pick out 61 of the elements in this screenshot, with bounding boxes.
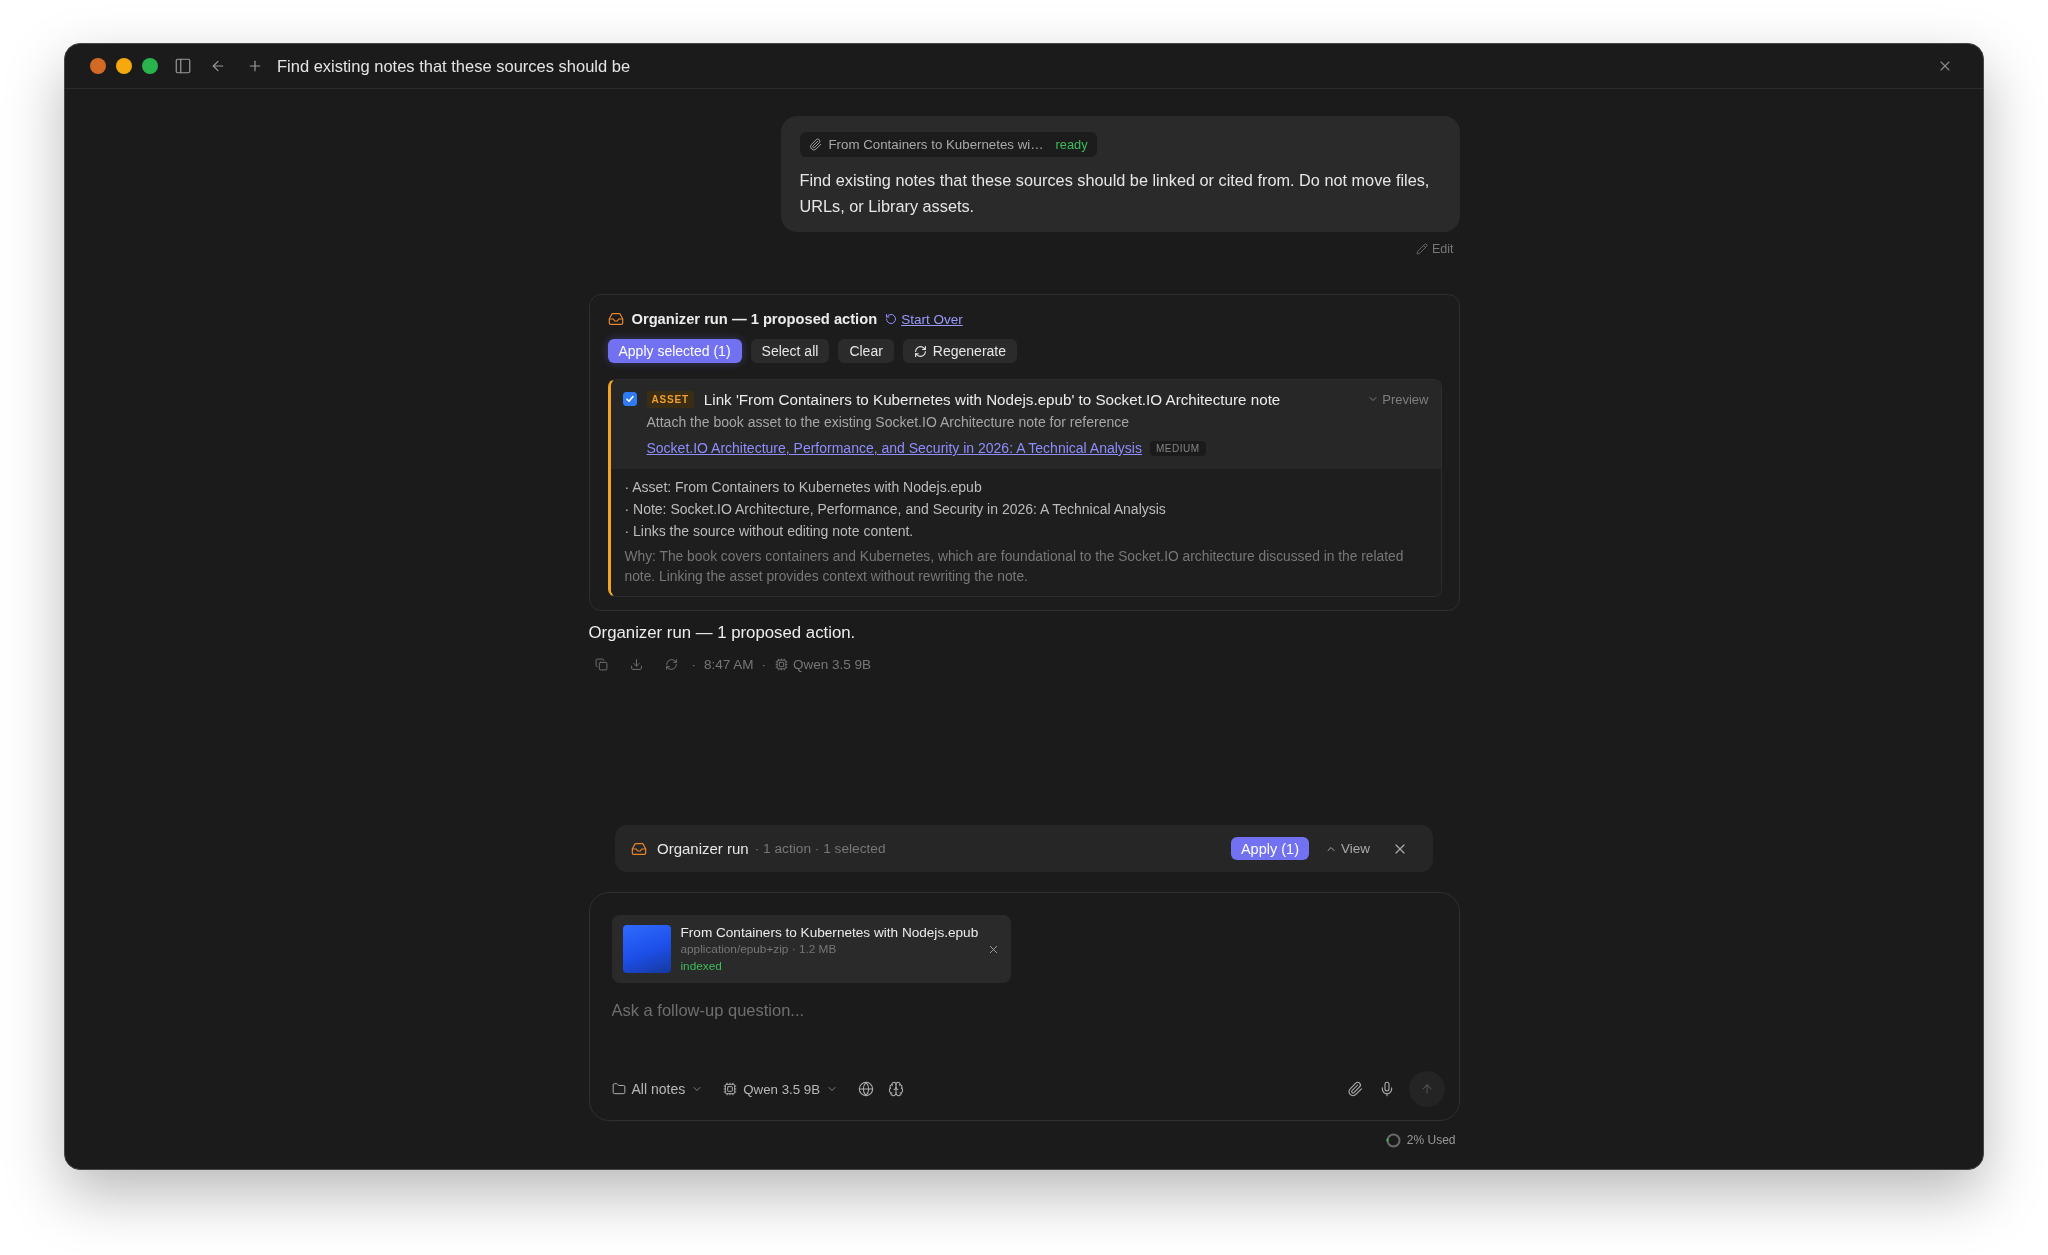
regenerate-button[interactable]: Regenerate [902,339,1017,363]
detail-line: · Asset: From Containers to Kubernetes with Nodejs.epub [624,478,983,497]
minimize-window-button[interactable] [116,58,132,74]
checkbox[interactable] [622,392,637,406]
cpu-icon [775,657,789,671]
cpu-icon [723,1082,738,1096]
inbox-icon [607,311,624,327]
separator-dot: · [761,656,767,672]
bar-summary: · 1 action · 1 selected [754,841,886,856]
window-title: Find existing notes that these sources should be [277,56,631,76]
rotate-left-icon [885,313,898,325]
note-link[interactable]: Socket.IO Architecture, Performance, and Security in 2026: A Technical Analysis [646,440,1142,456]
file-name: From Containers to Kubernetes with Nodejs.epub [680,923,979,941]
paperclip-icon [808,138,822,151]
pencil-icon [1415,243,1428,255]
globe-icon[interactable] [858,1081,875,1097]
preview-toggle[interactable]: Preview [1367,391,1429,407]
download-icon[interactable] [629,657,643,671]
inbox-icon [631,840,647,857]
view-button[interactable]: View [1324,841,1370,856]
maximize-window-button[interactable] [142,58,158,74]
start-over-link[interactable]: Start Over [885,311,963,327]
why-text: Why: The book covers containers and Kubernetes, which are foundational to the Socket.IO architecture discussed in the related note. Linking the asset provides context without rewriting the note. [624,548,1405,586]
select-all-button[interactable]: Select all [750,339,830,363]
clear-button[interactable]: Clear [838,339,894,363]
confidence-badge: MEDIUM [1149,440,1206,456]
apply-button[interactable]: Apply (1) [1230,837,1309,860]
detail-line: · Note: Socket.IO Architecture, Performance, and Security in 2026: A Technical Analysis [624,500,1167,519]
brain-icon[interactable] [888,1081,905,1097]
message-input[interactable]: Ask a follow-up question... [611,1000,1445,1040]
scope-button[interactable]: All notes [611,1081,704,1097]
apply-selected-button[interactable]: Apply selected (1) [607,339,742,363]
attachment-chip[interactable]: From Containers to Kubernetes wi… ready [799,132,1097,157]
action-title: Link 'From Containers to Kubernetes with Nodejs.epub' to Socket.IO Architecture note [703,390,1281,408]
plus-icon[interactable] [247,58,263,74]
book-cover-placeholder [622,925,671,973]
refresh-icon [913,344,927,358]
bar-title: Organizer run [657,840,749,857]
sidebar-icon[interactable] [174,57,192,75]
edit-button[interactable]: Edit [1415,242,1454,256]
type-tag: ASSET [646,390,694,408]
detail-line: · Links the source without editing note content. [624,522,915,541]
message-time: 8:47 AM [704,656,754,672]
file-meta: application/epub+zip · 1.2 MB [680,940,838,958]
response-text: Organizer run — 1 proposed action. [588,622,857,644]
file-status: indexed [680,957,723,975]
attachment-name: From Containers to Kubernetes wi… [828,137,1044,152]
model-name: Qwen 3.5 9B [793,656,872,672]
model-button[interactable]: Qwen 3.5 9B [723,1081,839,1097]
attachment-status: ready [1055,136,1088,153]
usage-label: 2% Used [1406,1133,1456,1147]
checkmark-icon [624,394,635,404]
refresh-icon[interactable] [664,657,678,671]
paperclip-icon[interactable] [1346,1081,1363,1097]
close-window-button[interactable] [90,58,106,74]
copy-icon[interactable] [594,657,608,671]
separator-dot: · [691,656,696,672]
message-text: Find existing notes that these sources should be linked or cited from. Do not move files, URLs, or Library assets. [799,170,1431,217]
card-title: Organizer run — 1 proposed action [631,311,878,327]
action-description: Attach the book asset to the existing Socket.IO Architecture note for reference [646,413,1130,431]
folder-icon [611,1082,626,1096]
